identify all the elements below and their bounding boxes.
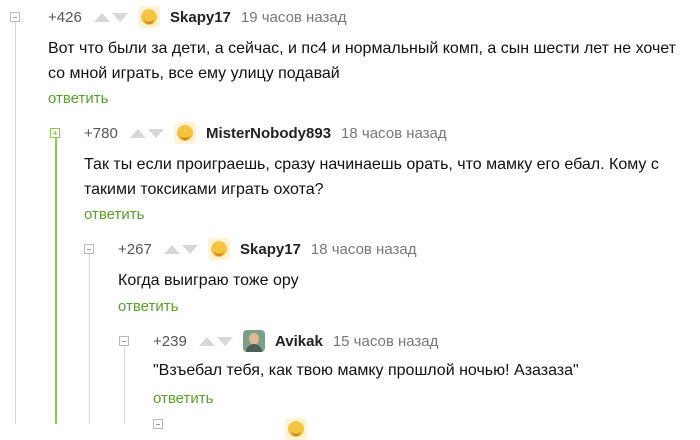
avatar[interactable] bbox=[285, 418, 307, 440]
reply-link[interactable]: ответить bbox=[48, 90, 108, 107]
comment-username[interactable]: Skapy17 bbox=[170, 9, 231, 26]
avatar[interactable] bbox=[174, 122, 196, 144]
comment-time[interactable]: 19 часов назад bbox=[241, 9, 347, 26]
collapse-toggle-icon[interactable] bbox=[50, 128, 60, 138]
reply-link[interactable]: ответить bbox=[84, 206, 144, 223]
comment-time[interactable]: 18 часов назад bbox=[341, 125, 447, 142]
thread-line bbox=[124, 346, 125, 424]
comment-text: "Взъебал тебя, как твою мамку прошлой но… bbox=[153, 362, 579, 379]
comment-time[interactable]: 15 часов назад bbox=[333, 333, 439, 350]
downvote-icon[interactable] bbox=[148, 128, 164, 138]
comment-time[interactable]: 18 часов назад bbox=[311, 241, 417, 258]
comment-text: Вот что были за дети, а сейчас, и пс4 и … bbox=[48, 40, 676, 82]
upvote-icon[interactable] bbox=[199, 336, 215, 346]
collapse-toggle-icon[interactable] bbox=[119, 336, 129, 346]
comment-text: Когда выиграю тоже ору bbox=[118, 272, 299, 289]
downvote-icon[interactable] bbox=[182, 244, 198, 254]
upvote-icon[interactable] bbox=[94, 12, 110, 22]
thread-line bbox=[89, 254, 90, 424]
collapse-toggle-icon[interactable] bbox=[153, 419, 163, 429]
comment-rating: +267 bbox=[118, 240, 152, 258]
comment-text: Так ты если проиграешь, сразу начинаешь … bbox=[84, 156, 659, 198]
avatar[interactable] bbox=[208, 238, 230, 260]
avatar[interactable] bbox=[138, 6, 160, 28]
avatar[interactable] bbox=[243, 330, 265, 352]
collapse-toggle-icon[interactable] bbox=[84, 244, 94, 254]
reply-link[interactable]: ответить bbox=[118, 298, 178, 315]
downvote-icon[interactable] bbox=[217, 336, 233, 346]
collapse-toggle-icon[interactable] bbox=[10, 12, 20, 22]
thread-line bbox=[15, 22, 16, 424]
comment-username[interactable]: MisterNobody893 bbox=[206, 125, 331, 142]
comment-rating: +780 bbox=[84, 124, 118, 142]
comment-username[interactable]: Avikak bbox=[275, 333, 323, 350]
upvote-icon[interactable] bbox=[130, 128, 146, 138]
comment-rating: +239 bbox=[153, 332, 187, 350]
reply-link[interactable]: ответить bbox=[153, 390, 213, 407]
comment-username[interactable]: Skapy17 bbox=[240, 241, 301, 258]
comment-rating: +426 bbox=[48, 8, 82, 26]
thread-line-active bbox=[55, 138, 57, 424]
downvote-icon[interactable] bbox=[112, 12, 128, 22]
upvote-icon[interactable] bbox=[164, 244, 180, 254]
